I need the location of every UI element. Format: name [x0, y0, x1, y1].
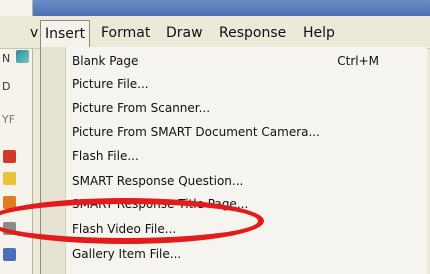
menu-item-label: Flash File...: [72, 149, 139, 163]
left-panel-text: N: [2, 52, 11, 65]
menu-item-blank-page[interactable]: Blank Page Ctrl+M: [65, 50, 427, 73]
left-panel-text: YF: [2, 113, 16, 126]
left-panel-text: D: [2, 80, 11, 93]
menu-item-label: Blank Page: [72, 54, 139, 68]
menu-item-smart-response-title-page[interactable]: SMART Response Title Page...: [65, 193, 427, 216]
menu-icon-gutter: [41, 47, 66, 274]
menu-format[interactable]: Format: [97, 24, 154, 42]
menu-item-flash-video-file[interactable]: Flash Video File...: [65, 218, 427, 241]
menu-item-picture-file[interactable]: Picture File...: [65, 73, 427, 96]
tool-icon[interactable]: [3, 196, 16, 209]
menu-response[interactable]: Response: [215, 24, 290, 42]
menu-item-label: Flash Video File...: [72, 222, 177, 236]
menu-item-label: Picture From SMART Document Camera...: [72, 125, 320, 139]
tool-icon[interactable]: [3, 222, 16, 235]
menu-item-label: Picture From Scanner...: [72, 101, 211, 115]
menu-bar: v Insert Format Draw Response Help: [0, 16, 430, 49]
menu-item-shortcut: Ctrl+M: [337, 54, 379, 68]
menu-item-gallery-item-file[interactable]: Gallery Item File...: [65, 243, 427, 266]
menu-item-label: Picture File...: [72, 77, 149, 91]
insert-dropdown-menu: Blank Page Ctrl+M Picture File... Pictur…: [40, 47, 427, 274]
menu-item-smart-response-question[interactable]: SMART Response Question...: [65, 170, 427, 193]
tool-icon[interactable]: [3, 150, 16, 163]
menu-item-picture-from-scanner[interactable]: Picture From Scanner...: [65, 97, 427, 120]
window-title-bar: [0, 0, 430, 16]
menu-item-picture-from-document-camera[interactable]: Picture From SMART Document Camera...: [65, 121, 427, 144]
menu-draw[interactable]: Draw: [162, 24, 207, 42]
menu-item-label: Gallery Item File...: [72, 247, 182, 261]
menu-item-flash-file[interactable]: Flash File...: [65, 145, 427, 168]
tool-icon[interactable]: [3, 248, 16, 261]
menu-item-label: SMART Response Question...: [72, 174, 244, 188]
menu-insert[interactable]: Insert: [40, 20, 91, 47]
tool-icon[interactable]: [16, 50, 29, 63]
tool-icon[interactable]: [3, 172, 16, 185]
menu-item-label: SMART Response Title Page...: [72, 197, 249, 211]
menu-help[interactable]: Help: [299, 24, 339, 42]
